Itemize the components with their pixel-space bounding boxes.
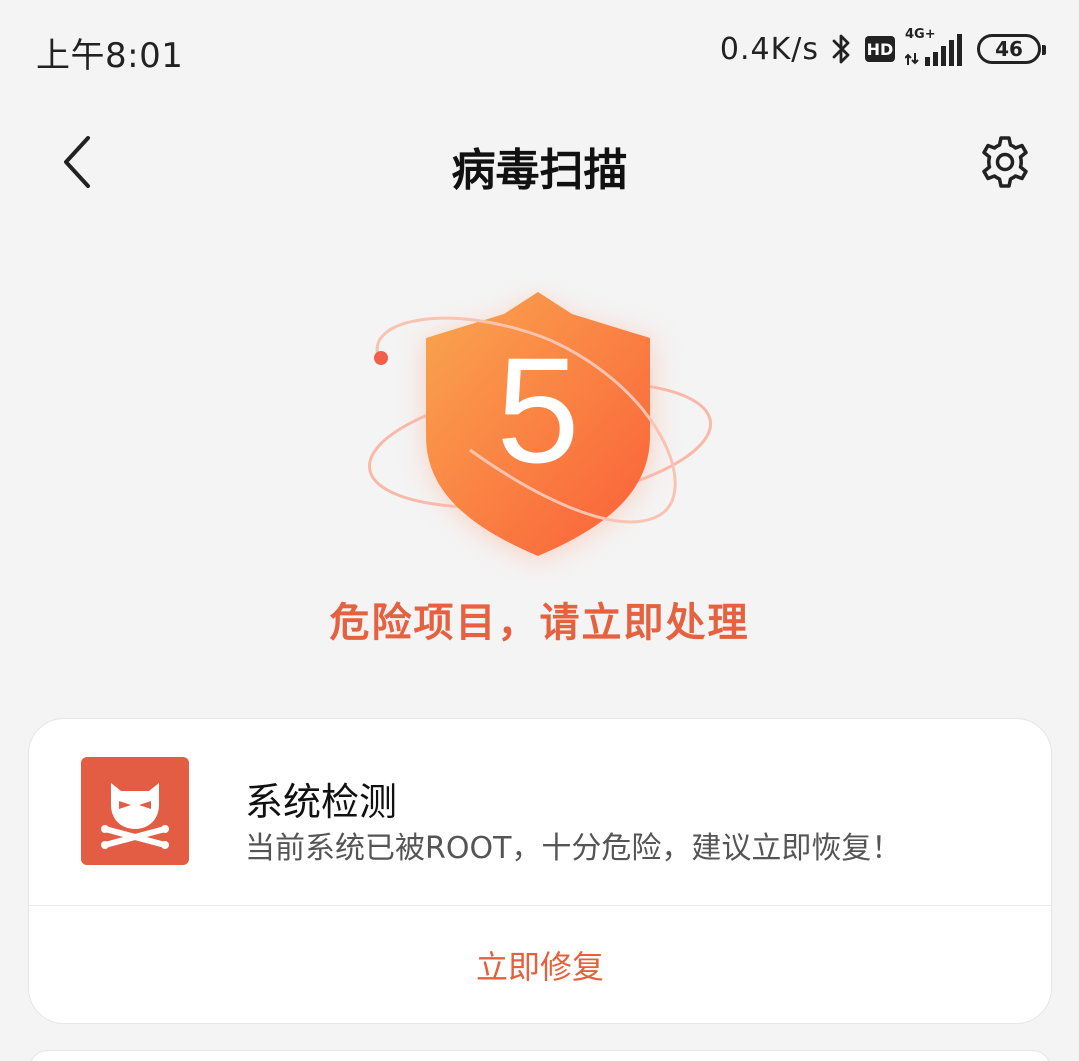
- fix-now-button[interactable]: 立即修复: [29, 905, 1051, 1025]
- next-result-card: [28, 1050, 1052, 1061]
- network-speed: 0.4K/s: [719, 31, 819, 67]
- result-card: 系统检测 当前系统已被ROOT，十分危险，建议立即恢复！ 立即修复: [28, 718, 1052, 1024]
- battery-level: 46: [995, 37, 1023, 61]
- threat-count-text: 5: [496, 326, 579, 494]
- status-bar: 上午8:01 0.4K/s HD 4G+ 46: [0, 0, 1079, 96]
- gear-icon: [982, 136, 1028, 188]
- rooted-skull-icon: [81, 757, 189, 865]
- page-title: 病毒扫描: [451, 145, 628, 196]
- battery-icon: 46: [977, 34, 1046, 64]
- item-title: 系统检测: [245, 780, 398, 824]
- status-indicators: 0.4K/s HD 4G+ 46: [719, 27, 1046, 70]
- bluetooth-icon: [832, 34, 850, 64]
- scan-status-message: 危险项目，请立即处理: [329, 600, 750, 646]
- hd-voice-icon: HD: [865, 36, 895, 62]
- app-header: 病毒扫描: [0, 110, 1079, 216]
- cell-signal-icon: 4G+: [905, 27, 967, 67]
- status-time: 上午8:01: [36, 36, 184, 76]
- scan-result-graphic: 5 5: [340, 280, 740, 580]
- settings-button[interactable]: [977, 134, 1033, 190]
- item-description: 当前系统已被ROOT，十分危险，建议立即恢复！: [245, 831, 902, 866]
- shield-icon: 5: [367, 292, 713, 560]
- screen: 上午8:01 0.4K/s HD 4G+ 46 病毒扫描 5 危险项目，请立即处…: [0, 0, 1079, 1061]
